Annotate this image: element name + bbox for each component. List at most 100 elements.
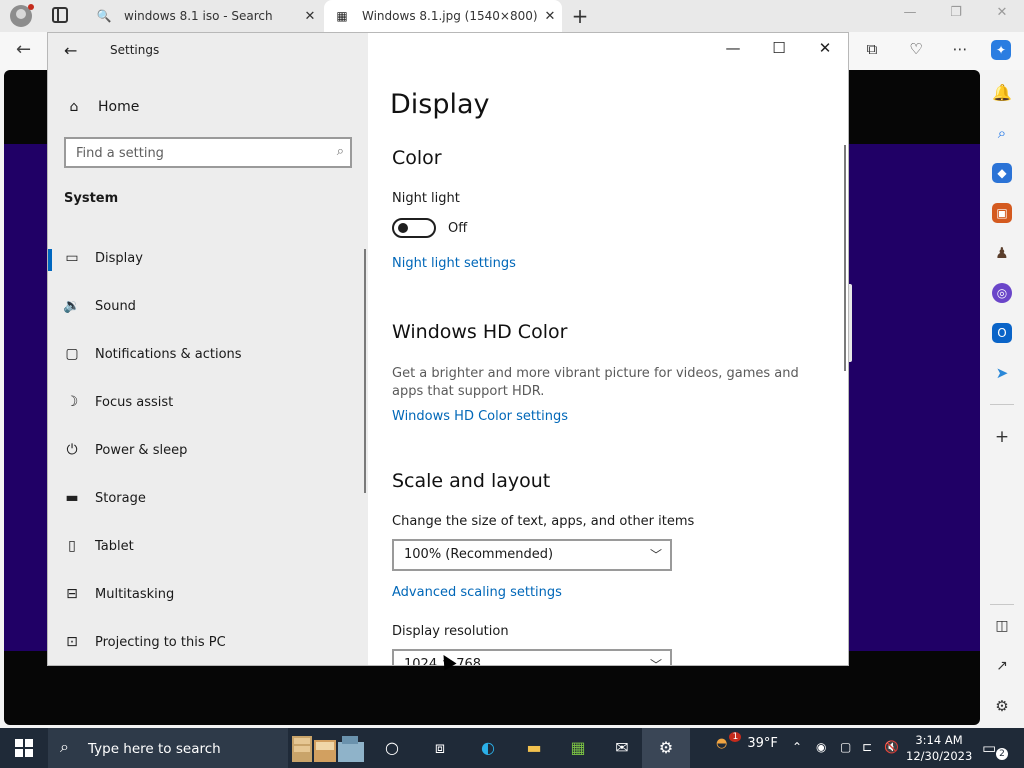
night-light-label: Night light <box>392 191 460 206</box>
hd-color-settings-link[interactable]: Windows HD Color settings <box>392 409 568 424</box>
color-heading: Color <box>392 147 442 169</box>
scale-dropdown[interactable]: 100% (Recommended) ﹀ <box>392 539 672 571</box>
notification-center-icon[interactable]: ▭ <box>982 739 996 757</box>
record-icon[interactable]: ◉ <box>816 740 826 754</box>
minimize-icon[interactable]: — <box>710 39 756 57</box>
microsoft-365-icon[interactable]: ◎ <box>992 283 1012 303</box>
tab-actions-icon[interactable] <box>52 7 68 23</box>
profile-notification-dot <box>28 4 34 10</box>
chevron-up-icon[interactable]: ⌃ <box>792 740 802 754</box>
taskbar-search-box[interactable]: ⌕ Type here to search <box>48 728 288 768</box>
tab-search[interactable]: 🔍 windows 8.1 iso - Search ✕ <box>86 0 322 32</box>
nav-item-multitasking[interactable]: ⊟ Multitasking <box>48 574 364 614</box>
search-icon: ⌕ <box>60 737 69 756</box>
nav-item-notifications[interactable]: ▢ Notifications & actions <box>48 334 364 374</box>
close-tab-icon[interactable]: ✕ <box>538 9 562 24</box>
find-setting-input[interactable] <box>76 144 324 162</box>
weather-widget[interactable]: ◓ 1 39°F <box>716 732 778 751</box>
speaker-icon: 🔉 <box>63 298 81 314</box>
nav-label: Sound <box>95 298 136 314</box>
bell-icon[interactable]: 🔔 <box>992 83 1012 103</box>
volume-muted-icon[interactable]: 🔇 <box>884 740 899 754</box>
nav-item-tablet[interactable]: ▯ Tablet <box>48 526 364 566</box>
home-label: Home <box>98 99 140 115</box>
split-screen-icon[interactable]: ◫ <box>992 616 1012 636</box>
multitasking-icon: ⊟ <box>66 586 78 602</box>
resolution-dropdown[interactable]: 1024 × 768 ﹀ <box>392 649 672 665</box>
new-tab-button[interactable]: + <box>568 4 592 28</box>
restore-icon[interactable]: ❐ <box>946 5 966 20</box>
nav-label: Tablet <box>95 538 134 554</box>
nav-label: Focus assist <box>95 394 174 410</box>
copilot-icon[interactable]: ✦ <box>991 40 1011 60</box>
search-icon[interactable]: ⌕ <box>992 123 1012 143</box>
nav-item-storage[interactable]: ▬ Storage <box>48 478 364 518</box>
weather-temp: 39°F <box>747 736 778 751</box>
advanced-scaling-link[interactable]: Advanced scaling settings <box>392 585 562 600</box>
network-icon[interactable]: ⊏ <box>862 740 872 754</box>
power-icon: ⏻ <box>66 442 78 458</box>
meet-now-icon[interactable]: ▢ <box>840 740 851 754</box>
tab-title: Windows 8.1.jpg (1540×800) <box>362 9 538 23</box>
external-link-icon[interactable]: ↗ <box>992 656 1012 676</box>
gear-icon: ⚙ <box>658 738 674 757</box>
scale-value: 100% (Recommended) <box>404 547 554 562</box>
hd-color-description: Get a brighter and more vibrant picture … <box>392 366 799 399</box>
nav-item-power-sleep[interactable]: ⏻ Power & sleep <box>48 430 364 470</box>
notification-count-badge: 2 <box>996 748 1008 760</box>
games-icon[interactable]: ♟ <box>992 243 1012 263</box>
edge-icon[interactable]: ◐ <box>476 736 500 760</box>
scale-label: Change the size of text, apps, and other… <box>392 514 695 529</box>
send-icon[interactable]: ➤ <box>992 363 1012 383</box>
back-arrow-icon[interactable]: ← <box>16 39 31 60</box>
system-clock[interactable]: 3:14 AM 12/30/2023 <box>906 732 972 764</box>
weather-badge: 1 <box>729 732 742 742</box>
tab-image[interactable]: ▦ Windows 8.1.jpg (1540×800) ✕ <box>324 0 562 32</box>
content-scrollbar[interactable] <box>844 145 846 371</box>
chevron-down-icon: ﹀ <box>649 658 662 665</box>
nav-item-display[interactable]: ▭ Display <box>48 238 364 278</box>
back-arrow-icon[interactable]: ← <box>64 41 77 60</box>
outlook-icon[interactable]: O <box>992 323 1012 343</box>
display-settings-pane: — ☐ ✕ Display Color Night light Off Nigh… <box>368 33 848 665</box>
close-icon[interactable]: ✕ <box>802 39 848 57</box>
maximize-icon[interactable]: ☐ <box>756 39 802 57</box>
collections-icon[interactable]: ⧉ <box>862 40 882 60</box>
mail-icon[interactable]: ✉ <box>610 736 634 760</box>
minimize-icon[interactable]: — <box>900 5 920 20</box>
tablet-icon: ▯ <box>68 538 76 554</box>
night-light-state: Off <box>448 221 468 236</box>
clock-date: 12/30/2023 <box>906 749 973 763</box>
clock-time: 3:14 AM <box>915 733 963 747</box>
task-view-icon[interactable]: ⧈ <box>428 736 452 760</box>
microsoft-store-icon[interactable]: ▦ <box>566 736 590 760</box>
taskbar-search-placeholder: Type here to search <box>88 741 221 757</box>
nav-label: Storage <box>95 490 146 506</box>
night-light-settings-link[interactable]: Night light settings <box>392 256 516 271</box>
add-icon[interactable]: + <box>992 427 1012 447</box>
nav-label: Notifications & actions <box>95 346 242 362</box>
close-tab-icon[interactable]: ✕ <box>298 9 322 24</box>
monitor-icon: ▭ <box>65 250 79 266</box>
browser-essentials-icon[interactable]: ♡ <box>906 40 926 60</box>
windows-start-icon[interactable] <box>15 739 33 757</box>
shopping-tag-icon[interactable]: ◆ <box>992 163 1012 183</box>
nav-item-sound[interactable]: 🔉 Sound <box>48 286 364 326</box>
file-explorer-icon[interactable]: ▬ <box>522 736 546 760</box>
taskbar: ⌕ Type here to search ○ ⧈ ◐ ▬ ▦ ✉ ⚙ ◓ 1 … <box>0 728 1024 768</box>
home-nav-item[interactable]: ⌂ Home <box>64 97 140 117</box>
home-icon: ⌂ <box>69 99 79 115</box>
settings-taskbar-button[interactable]: ⚙ <box>642 728 690 768</box>
tools-icon[interactable]: ▣ <box>992 203 1012 223</box>
gear-icon[interactable]: ⚙ <box>992 696 1012 716</box>
settings-search-box[interactable]: ⌕ <box>64 137 352 168</box>
nav-label: Multitasking <box>95 586 175 602</box>
resolution-label: Display resolution <box>392 624 509 639</box>
nav-item-projecting[interactable]: ⊡ Projecting to this PC <box>48 622 364 662</box>
nav-scrollbar[interactable] <box>364 249 366 493</box>
nav-item-focus-assist[interactable]: ☽ Focus assist <box>48 382 364 422</box>
night-light-toggle[interactable] <box>392 218 436 238</box>
more-options-icon[interactable]: ⋯ <box>950 40 970 60</box>
task-view-cortana-icon[interactable]: ○ <box>380 736 404 760</box>
close-window-icon[interactable]: ✕ <box>992 5 1012 20</box>
